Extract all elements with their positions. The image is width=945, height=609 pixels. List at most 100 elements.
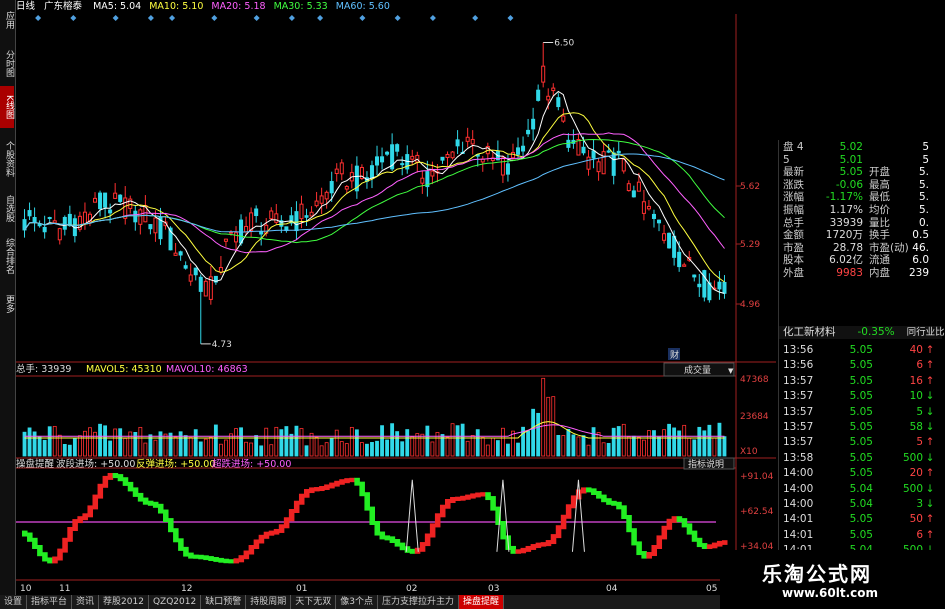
volume-bar (692, 439, 697, 457)
volume-bar (218, 443, 223, 457)
side-tab-4[interactable]: 自选股 (0, 190, 14, 226)
kline-chart[interactable]: 5.62 5.29 4.96 6.50 4.73 总手: 33939 MAVOL5: 453… (16, 14, 776, 598)
bottom-tab-6[interactable]: 持股周期 (246, 595, 292, 609)
indicator-axis-label: +62.54 (740, 507, 774, 517)
bottom-tab-5[interactable]: 缺口预警 (201, 595, 247, 609)
tick-volume: 16 (909, 374, 923, 387)
bottom-tab-2[interactable]: 资讯 (72, 595, 100, 609)
tick-direction-icon: ↓ (925, 390, 935, 403)
quote-value: 5.05 (839, 166, 863, 179)
candle-body (304, 215, 309, 218)
bottom-tab-9[interactable]: 压力支撑拉升主力 (378, 595, 459, 609)
period-label[interactable]: 日线 (16, 1, 35, 12)
volume-bar (47, 426, 52, 457)
signal-diamond (35, 15, 42, 21)
oscillator-segment (183, 546, 189, 557)
volume-bar (526, 430, 531, 457)
oscillator-segment (52, 556, 58, 564)
oscillator-segment (137, 492, 144, 502)
side-tab-3[interactable]: 个股资料 (0, 130, 14, 188)
quote-key: 涨幅 (783, 191, 804, 204)
oscillator-segment (596, 491, 602, 499)
bottom-tab-3[interactable]: 荐股2012 (99, 595, 149, 609)
candle-body (103, 192, 108, 208)
tick-direction-icon: ↓ (925, 498, 935, 510)
price-axis-label: 5.62 (740, 182, 760, 192)
volume-axis-label: X10 (740, 447, 758, 457)
candle-body (319, 195, 324, 204)
bottom-tab-0[interactable]: 设置 (0, 595, 28, 609)
oscillator-segment (691, 530, 698, 542)
candle-body (677, 251, 682, 268)
oscillator-segment (445, 499, 451, 509)
candle-body (385, 151, 390, 155)
candle-body (254, 208, 259, 217)
quote-key: 市盈 (783, 241, 804, 254)
candle-body (138, 209, 143, 225)
volume-bar (78, 435, 82, 457)
oscillator-segment (681, 518, 688, 528)
side-tab-6[interactable]: 更多 (0, 286, 14, 322)
volume-bar (188, 437, 193, 457)
cai-badge: 财 (670, 349, 679, 361)
oscillator-segment (304, 489, 310, 498)
side-tab-1[interactable]: 分时图 (0, 42, 14, 84)
indicator-help-button[interactable]: 指标说明 (688, 458, 724, 470)
quote-key: 最新 (783, 166, 804, 179)
candle-body (641, 201, 646, 214)
tick-volume: 3 (916, 498, 923, 510)
volume-bar (334, 429, 339, 457)
side-tab-5[interactable]: 综合排名 (0, 228, 14, 284)
bottom-tab-4[interactable]: QZQ2012 (149, 595, 202, 609)
candle-body (32, 217, 37, 223)
oscillator-segment (651, 545, 657, 557)
candle-body (657, 219, 662, 224)
candle-body (329, 181, 334, 194)
oscillator-segment (188, 552, 194, 559)
volume-dropdown[interactable]: 成交量 (684, 364, 711, 376)
bottom-tab-7[interactable]: 天下无双 (291, 595, 337, 609)
volume-bar (208, 436, 213, 457)
candle-body (505, 163, 510, 175)
bottom-tab-1[interactable]: 指标平台 (27, 595, 73, 609)
quote-key: 5 (783, 153, 790, 166)
bottom-tab-10[interactable]: 操盘提醒 (459, 595, 505, 609)
signal-diamond (394, 15, 401, 21)
oscillator-segment (248, 545, 255, 555)
oscillator-segment (570, 495, 577, 509)
quote-value2: 5. (918, 166, 929, 179)
signal-diamond (507, 15, 514, 21)
candle-body (410, 155, 415, 160)
quote-key2: 量比 (869, 216, 890, 229)
volume-bar (470, 435, 475, 457)
candle-body (369, 165, 374, 179)
side-tab-2[interactable]: K线图 (0, 86, 14, 128)
volume-bar (294, 425, 299, 457)
tick-volume: 500 (902, 482, 923, 495)
oscillator-segment (233, 558, 240, 564)
oscillator-segment (258, 534, 265, 544)
oscillator-segment (686, 523, 693, 535)
quote-value: 5.02 (839, 141, 863, 153)
bottom-tab-8[interactable]: 像3个点 (336, 595, 378, 609)
oscillator-segment (631, 528, 637, 546)
volume-bar (42, 439, 47, 457)
sector-row[interactable]: 化工新材料 -0.35% 同行业比较 (779, 326, 945, 339)
volume-bar (279, 429, 284, 457)
quote-value2: 5 (922, 141, 929, 153)
tick-time: 14:00 (783, 498, 814, 510)
quote-value2: 5. (918, 191, 929, 204)
tick-row: 13:57 5.05 58 ↓ (783, 420, 937, 435)
candle-body (430, 170, 435, 177)
oscillator-segment (676, 516, 683, 523)
candle-body (536, 89, 541, 101)
volume-bar (480, 437, 485, 457)
sector-compare-button[interactable]: 同行业比较 (907, 327, 945, 338)
volume-bar (27, 427, 32, 457)
oscillator-segment (696, 537, 703, 548)
volume-bar (712, 437, 717, 457)
candle-body (606, 150, 611, 153)
tick-direction-icon: ↑ (925, 359, 935, 372)
side-tab-0[interactable]: 应用 (0, 0, 14, 40)
mavol5-label: MAVOL5: 45310 (86, 364, 162, 375)
